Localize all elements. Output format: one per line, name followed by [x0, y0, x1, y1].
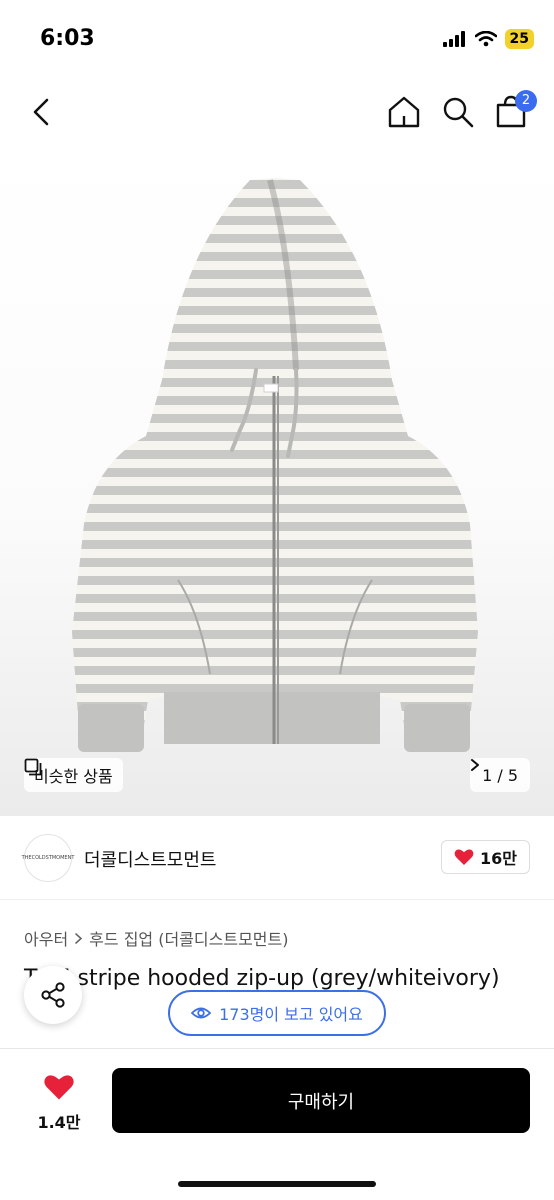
- cart-count-badge: 2: [515, 90, 537, 112]
- product-image-gallery[interactable]: 비슷한 상품 1 / 5: [0, 144, 554, 816]
- eye-icon: [191, 1007, 212, 1019]
- seller-favorite-button[interactable]: 16만: [441, 840, 530, 874]
- product-photo: [72, 178, 478, 752]
- search-icon: [443, 97, 474, 128]
- like-button[interactable]: 1.4만: [30, 1073, 88, 1133]
- cellular-signal-icon: [442, 31, 465, 47]
- breadcrumb-category-sub[interactable]: 후드 집업 (더콜디스트모먼트): [89, 926, 288, 950]
- seller-logo-text: THECOLDSTMOMENT: [21, 855, 75, 861]
- category-breadcrumb: 아우터 후드 집업 (더콜디스트모먼트): [24, 926, 288, 950]
- similar-products-button[interactable]: 비슷한 상품: [24, 758, 123, 792]
- heart-icon: [454, 849, 474, 865]
- top-navigation: 2: [0, 80, 554, 144]
- home-icon: [388, 96, 420, 128]
- chevron-right-icon: [75, 932, 83, 944]
- breadcrumb-category-root[interactable]: 아우터: [24, 926, 68, 950]
- buy-button[interactable]: 구매하기: [112, 1068, 530, 1133]
- viewers-count-text: 173명이 보고 있어요: [219, 1005, 363, 1024]
- similar-items-icon: [24, 758, 42, 776]
- battery-indicator: 25: [504, 29, 534, 49]
- chevron-left-icon: [33, 98, 49, 126]
- seller-name[interactable]: 더콜디스트모먼트: [84, 846, 216, 872]
- image-page-indicator[interactable]: 1 / 5: [470, 758, 530, 792]
- seller-avatar[interactable]: THECOLDSTMOMENT: [21, 834, 75, 882]
- status-icons: 25: [442, 29, 534, 49]
- cart-button[interactable]: 2: [493, 90, 537, 130]
- home-indicator: [178, 1181, 376, 1187]
- search-button[interactable]: [440, 94, 476, 130]
- back-button[interactable]: [26, 94, 58, 130]
- bottom-action-bar: 1.4만 구매하기: [0, 1048, 554, 1200]
- status-time: 6:03: [40, 26, 95, 51]
- heart-icon: [44, 1075, 74, 1100]
- seller-info[interactable]: THECOLDSTMOMENT 더콜디스트모먼트 16만: [0, 816, 554, 900]
- seller-favorite-count: 16만: [480, 849, 517, 868]
- viewers-count-badge: 173명이 보고 있어요: [168, 990, 386, 1036]
- share-icon: [41, 982, 65, 1008]
- image-page-count: 1 / 5: [482, 765, 518, 785]
- home-button[interactable]: [386, 94, 422, 130]
- status-bar: 6:03 25: [0, 0, 554, 80]
- wifi-icon: [474, 31, 497, 47]
- similar-products-label: 비슷한 상품: [34, 767, 113, 786]
- like-count: 1.4만: [37, 1113, 81, 1132]
- share-button[interactable]: [24, 966, 82, 1024]
- chevron-right-icon: [471, 759, 480, 771]
